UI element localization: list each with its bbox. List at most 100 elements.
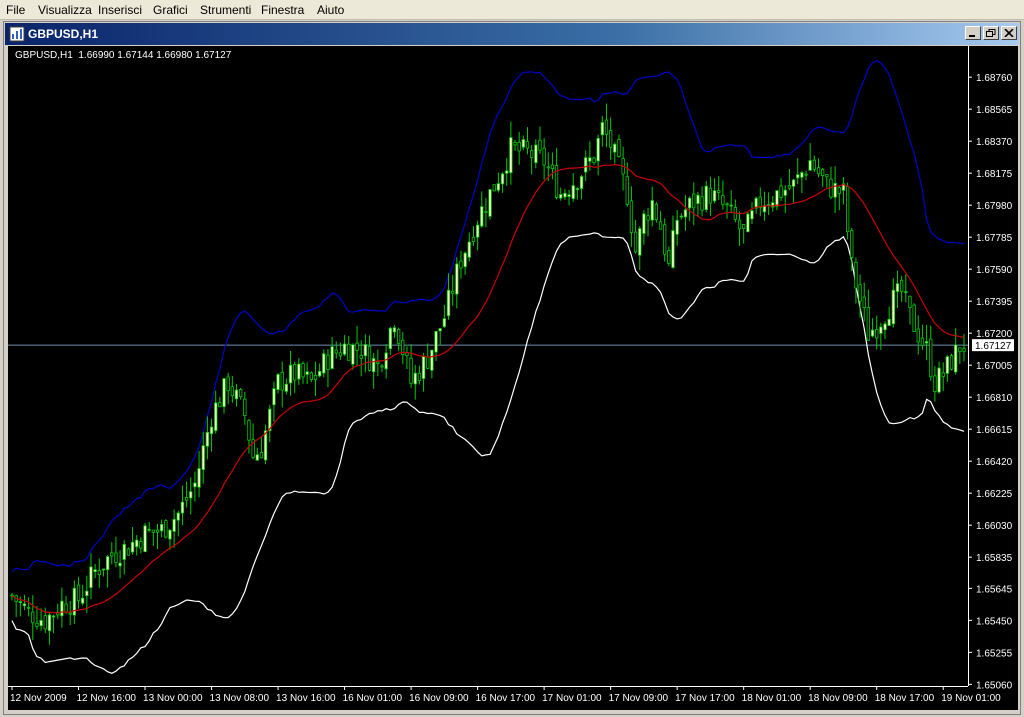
candle-body <box>534 144 538 164</box>
candle-body <box>168 529 172 540</box>
candle-body <box>322 353 326 374</box>
candle-body <box>704 185 708 210</box>
x-tick-label: 18 Nov 09:00 <box>808 693 868 704</box>
candle-body <box>434 330 438 353</box>
chart-background <box>8 46 1018 710</box>
candle-body <box>488 189 492 217</box>
candle-body <box>155 529 160 533</box>
y-tick-label: 1.67005 <box>976 361 1013 372</box>
candle-body <box>101 568 106 571</box>
candle-body <box>550 164 555 169</box>
menu-aiuto[interactable]: Aiuto <box>317 3 344 17</box>
menu-visualizza[interactable]: Visualizza <box>38 3 92 17</box>
close-button[interactable] <box>1001 26 1017 40</box>
candle-body <box>683 209 688 218</box>
x-tick-label: 17 Nov 17:00 <box>675 693 735 704</box>
candle-body <box>180 501 185 514</box>
candle-body <box>430 349 434 371</box>
candle-body <box>854 261 858 289</box>
candle-body <box>575 188 579 191</box>
candle-body <box>879 326 883 334</box>
candle-body <box>924 341 929 344</box>
candle-body <box>413 372 417 385</box>
candle-body <box>538 139 542 151</box>
candle-body <box>243 398 247 417</box>
candle-body <box>525 141 530 149</box>
candle-body <box>596 138 600 162</box>
candle-body <box>334 349 338 354</box>
chart-area[interactable]: 1.68760 1.68565 1.68370 1.68175 1.67980 1.677… <box>8 46 1018 710</box>
menu-strumenti[interactable]: Strumenti <box>200 3 251 17</box>
y-tick-label: 1.66810 <box>976 393 1013 404</box>
candle-body <box>396 328 401 344</box>
candle-body <box>480 206 484 227</box>
candle-body <box>230 386 235 397</box>
candle-body <box>667 250 671 264</box>
y-tick-label: 1.65835 <box>976 553 1013 564</box>
candle-body <box>359 354 363 359</box>
menu-finestra[interactable]: Finestra <box>261 3 304 17</box>
candle-body <box>367 345 372 371</box>
x-tick-label: 17 Nov 01:00 <box>542 693 602 704</box>
candle-body <box>941 372 945 377</box>
candle-body <box>708 187 713 204</box>
candle-body <box>721 195 725 205</box>
candle-body <box>189 491 193 499</box>
candle-body <box>205 431 210 447</box>
candle-body <box>317 370 322 377</box>
candle-body <box>916 328 920 343</box>
candle-body <box>912 304 916 333</box>
candle-body <box>376 361 380 364</box>
candle-body <box>663 224 667 255</box>
candle-body <box>347 343 351 361</box>
candle-body <box>509 137 513 174</box>
candle-body <box>172 518 176 532</box>
candle-body <box>342 343 347 355</box>
menu-grafici[interactable]: Grafici <box>153 3 188 17</box>
y-tick-label: 1.67395 <box>976 297 1013 308</box>
candle-body <box>900 279 904 292</box>
chart-window-icon <box>9 26 25 42</box>
y-tick-label: 1.68760 <box>976 73 1013 84</box>
candle-body <box>43 615 47 630</box>
candle-body <box>613 143 617 153</box>
candle-body <box>895 283 900 292</box>
candle-body <box>118 562 122 567</box>
y-tick-label: 1.67785 <box>976 233 1013 244</box>
candle-body <box>791 179 796 187</box>
menu-file[interactable]: File <box>6 3 25 17</box>
x-tick-label: 16 Nov 01:00 <box>343 693 403 704</box>
candle-body <box>139 541 143 549</box>
candle-body <box>114 552 118 563</box>
candle-body <box>326 354 330 371</box>
candle-body <box>76 584 81 602</box>
minimize-button[interactable] <box>965 26 981 40</box>
x-tick-label: 19 Nov 01:00 <box>941 693 1001 704</box>
candle-body <box>796 174 800 179</box>
x-tick-label: 12 Nov 2009 <box>10 693 67 704</box>
candle-body <box>338 352 343 357</box>
candle-body <box>588 157 592 162</box>
candle-body <box>355 342 359 351</box>
y-tick-label: 1.67590 <box>976 265 1013 276</box>
candle-body <box>301 363 305 378</box>
candle-body <box>638 228 642 256</box>
candle-body <box>775 190 779 207</box>
candle-body <box>426 356 430 369</box>
candle-body <box>920 337 925 346</box>
candle-body <box>692 193 696 209</box>
candle-body <box>875 328 879 339</box>
candle-body <box>280 371 284 391</box>
candle-body <box>563 192 567 198</box>
minimize-icon <box>969 35 975 37</box>
price-chart[interactable]: 1.68760 1.68565 1.68370 1.68175 1.67980 1.677… <box>8 46 1018 710</box>
restore-button[interactable] <box>983 26 999 40</box>
candle-body <box>409 357 413 384</box>
y-tick-label: 1.65645 <box>976 584 1013 595</box>
menu-inserisci[interactable]: Inserisci <box>98 3 142 17</box>
candle-body <box>567 194 571 197</box>
candle-body <box>371 358 376 373</box>
candle-body <box>363 344 368 357</box>
candle-body <box>958 347 962 353</box>
window-titlebar[interactable]: GBPUSD,H1 <box>5 23 1019 45</box>
